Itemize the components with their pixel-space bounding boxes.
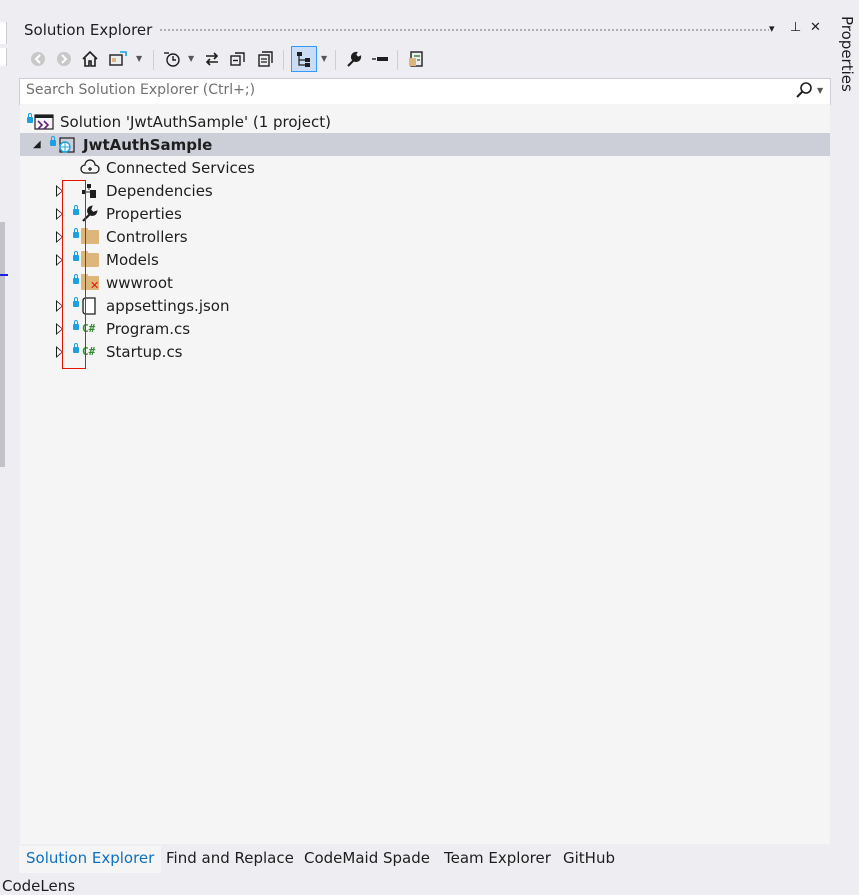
tree-item-properties[interactable]: Properties (20, 202, 830, 225)
pin-minus-button[interactable] (369, 48, 391, 70)
web-project-icon (57, 136, 75, 158)
toolbar-separator (153, 50, 154, 70)
show-all-files-button[interactable] (255, 48, 277, 70)
tree-item-label: appsettings.json (106, 297, 230, 315)
tree-item-connected-services[interactable]: Connected Services (20, 156, 830, 179)
annotation-highlight-box (62, 180, 86, 369)
tree-item-label: Connected Services (106, 159, 255, 177)
left-pane-scrollbar[interactable] (0, 222, 5, 467)
tree-item-startup-cs[interactable]: C# Startup.cs (20, 340, 830, 363)
tree-item-label: Program.cs (106, 320, 191, 338)
tab-solution-explorer[interactable]: Solution Explorer (19, 846, 162, 873)
home-icon (82, 50, 98, 67)
collapse-all-icon (230, 52, 245, 66)
solution-label: Solution 'JwtAuthSample' (1 project) (60, 113, 331, 131)
codelens-label[interactable]: CodeLens (2, 877, 75, 895)
tree-item-controllers[interactable]: Controllers (20, 225, 830, 248)
tree-item-appsettings[interactable]: appsettings.json (20, 294, 830, 317)
tab-github[interactable]: GitHub (556, 846, 622, 873)
search-options-dropdown-icon[interactable]: ▼ (817, 86, 823, 95)
close-icon[interactable]: ✕ (810, 20, 821, 35)
solution-node[interactable]: Solution 'JwtAuthSample' (1 project) (20, 110, 830, 133)
toolbar-separator (283, 50, 284, 70)
pending-changes-filter-button[interactable] (161, 48, 183, 70)
switch-views-dropdown-icon[interactable]: ▼ (136, 54, 142, 63)
left-pane-edge (0, 0, 8, 893)
tab-find-and-replace[interactable]: Find and Replace (159, 846, 301, 873)
tree-item-label: wwwroot (106, 274, 173, 292)
project-label: JwtAuthSample (83, 136, 213, 154)
toolbar-separator (397, 50, 398, 70)
tree-item-label: Properties (106, 205, 182, 223)
panel-title: Solution Explorer (24, 21, 153, 39)
window-dropdown-icon[interactable]: ▾ (769, 22, 775, 35)
tree-item-label: Startup.cs (106, 343, 183, 361)
back-icon (31, 52, 45, 66)
filter-dropdown-icon[interactable]: ▼ (188, 54, 194, 63)
lock-icon (50, 136, 56, 146)
search-box: ▼ (19, 78, 831, 105)
solution-tree: Solution 'JwtAuthSample' (1 project) ◢ J… (20, 104, 830, 844)
show-all-files-icon (258, 51, 273, 67)
properties-side-tab[interactable]: Properties (836, 16, 856, 96)
home-button[interactable] (79, 48, 101, 70)
cloud-icon (80, 159, 100, 181)
preview-dropdown-icon[interactable]: ▼ (321, 54, 327, 63)
forward-button[interactable] (53, 48, 75, 70)
document-view-icon (409, 51, 423, 67)
search-icon[interactable] (795, 81, 813, 103)
excluded-x-icon: ✕ (90, 279, 100, 292)
solution-icon (34, 113, 54, 135)
left-pane-marker (0, 274, 8, 276)
tab-codemaid-spade[interactable]: CodeMaid Spade (297, 846, 437, 873)
sync-icon (205, 52, 219, 66)
wrench-icon (347, 51, 362, 67)
clock-filter-icon (164, 52, 180, 67)
properties-side-tab-label: Properties (838, 16, 856, 92)
minus-icon (372, 57, 388, 61)
sync-with-document-button[interactable] (201, 48, 223, 70)
switch-views-icon (109, 51, 127, 66)
tree-item-wwwroot[interactable]: ✕ wwwroot (20, 271, 830, 294)
lock-icon (27, 113, 33, 123)
title-grip (159, 28, 769, 33)
preview-selected-items-button[interactable] (291, 46, 317, 72)
tree-item-models[interactable]: Models (20, 248, 830, 271)
left-pane-field[interactable] (0, 22, 7, 44)
toolbar-separator (335, 50, 336, 70)
tab-team-explorer[interactable]: Team Explorer (437, 846, 558, 873)
solution-explorer-toolbar: ▼ ▼ ▼ (19, 44, 831, 76)
search-input[interactable] (26, 82, 766, 98)
pin-icon[interactable]: ⊥ (790, 20, 801, 35)
expanded-arrow-icon[interactable]: ◢ (33, 139, 41, 150)
project-node[interactable]: ◢ JwtAuthSample (20, 133, 830, 156)
tree-item-dependencies[interactable]: Dependencies (20, 179, 830, 202)
tree-item-program-cs[interactable]: C# Program.cs (20, 317, 830, 340)
back-button[interactable] (27, 48, 49, 70)
tree-item-label: Controllers (106, 228, 188, 246)
collapse-all-button[interactable] (227, 48, 249, 70)
left-pane-field[interactable] (0, 48, 7, 66)
tree-view-icon (297, 52, 310, 67)
properties-button[interactable] (343, 48, 365, 70)
panel-titlebar[interactable]: Solution Explorer ▾ ⊥ ✕ (19, 15, 831, 43)
view-code-button[interactable] (405, 48, 427, 70)
tree-item-label: Dependencies (106, 182, 213, 200)
tree-item-label: Models (106, 251, 159, 269)
forward-icon (57, 52, 71, 66)
switch-views-button[interactable] (107, 48, 129, 70)
